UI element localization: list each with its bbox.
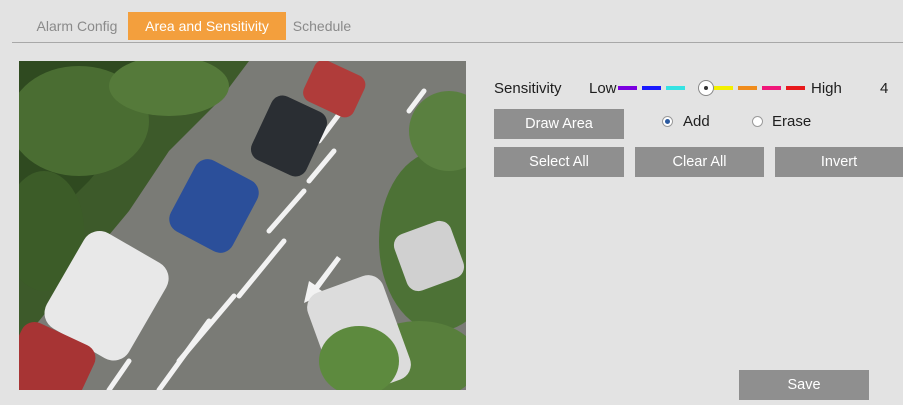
erase-radio-label[interactable]: Erase <box>772 113 811 130</box>
select-all-button[interactable]: Select All <box>494 147 624 177</box>
add-radio[interactable] <box>662 116 673 127</box>
camera-preview[interactable] <box>19 61 466 390</box>
parking-lot-image <box>19 61 466 390</box>
invert-button[interactable]: Invert <box>775 147 903 177</box>
tab-area-and-sensitivity[interactable]: Area and Sensitivity <box>128 12 286 40</box>
sensitivity-segment[interactable] <box>762 86 781 90</box>
sensitivity-segment[interactable] <box>738 86 757 90</box>
tab-schedule[interactable]: Schedule <box>282 12 362 40</box>
draw-area-button[interactable]: Draw Area <box>494 109 624 139</box>
erase-radio[interactable] <box>752 116 763 127</box>
sensitivity-segment[interactable] <box>666 86 685 90</box>
sensitivity-segment[interactable] <box>618 86 637 90</box>
tab-alarm-config[interactable]: Alarm Config <box>22 12 132 40</box>
sensitivity-segment[interactable] <box>786 86 805 90</box>
add-radio-label[interactable]: Add <box>683 113 710 130</box>
sensitivity-segment[interactable] <box>642 86 661 90</box>
sensitivity-low-label: Low <box>589 80 617 97</box>
save-button[interactable]: Save <box>739 370 869 400</box>
sensitivity-slider-handle[interactable] <box>697 80 714 96</box>
sensitivity-high-label: High <box>811 80 842 97</box>
clear-all-button[interactable]: Clear All <box>635 147 764 177</box>
sensitivity-value: 4 <box>880 80 889 97</box>
sensitivity-slider[interactable] <box>618 80 808 96</box>
sensitivity-label: Sensitivity <box>494 80 562 97</box>
sensitivity-segment[interactable] <box>714 86 733 90</box>
tab-bar: Alarm Config Area and Sensitivity Schedu… <box>12 10 903 43</box>
